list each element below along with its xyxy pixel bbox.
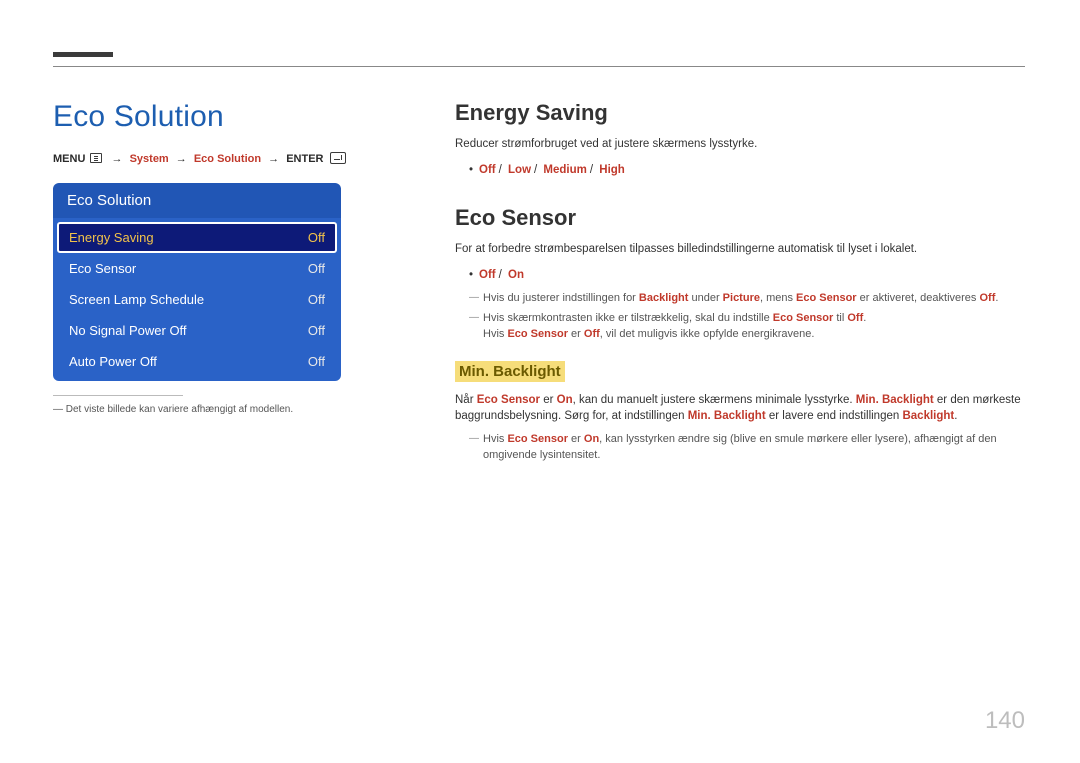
page-title: Eco Solution [53, 100, 353, 134]
opt-off: Off [479, 269, 496, 281]
note-list: Hvis du justerer indstillingen for Backl… [469, 290, 1025, 343]
section-desc: Reducer strømforbruget ved at justere sk… [455, 136, 1025, 153]
osd-row-energy-saving[interactable]: Energy Saving Off [57, 222, 337, 253]
osd-value: Off [308, 354, 325, 369]
opt-off: Off [479, 164, 496, 176]
osd-label: Auto Power Off [69, 354, 157, 369]
option-item: Off/ On [469, 266, 1025, 284]
osd-body: Energy Saving Off Eco Sensor Off Screen … [53, 218, 341, 381]
arrow-icon: → [112, 153, 123, 165]
option-item: Off/ Low/ Medium/ High [469, 161, 1025, 179]
subsection-title: Min. Backlight [455, 361, 565, 382]
breadcrumb-menu: MENU [53, 153, 85, 165]
page-number: 140 [985, 707, 1025, 735]
subsection-desc: Når Eco Sensor er On, kan du manuelt jus… [455, 392, 1025, 425]
opt-on: On [508, 269, 524, 281]
osd-row-no-signal[interactable]: No Signal Power Off Off [57, 315, 337, 346]
osd-row-auto-power-off[interactable]: Auto Power Off Off [57, 346, 337, 377]
manual-page: Eco Solution MENU → System → Eco Solutio… [0, 0, 1080, 763]
osd-row-eco-sensor[interactable]: Eco Sensor Off [57, 253, 337, 284]
osd-row-screen-lamp[interactable]: Screen Lamp Schedule Off [57, 284, 337, 315]
arrow-icon: → [176, 153, 187, 165]
osd-title: Eco Solution [53, 183, 341, 218]
section-title: Eco Sensor [455, 205, 1025, 231]
section-desc: For at forbedre strømbesparelsen tilpass… [455, 241, 1025, 258]
right-column: Energy Saving Reducer strømforbruget ved… [455, 100, 1025, 490]
note-item: Hvis skærmkontrasten ikke er tilstrækkel… [469, 310, 1025, 343]
opt-medium: Medium [543, 164, 586, 176]
opt-low: Low [508, 164, 531, 176]
breadcrumb-enter: ENTER [286, 153, 323, 165]
section-energy-saving: Energy Saving Reducer strømforbruget ved… [455, 100, 1025, 179]
section-title: Energy Saving [455, 100, 1025, 126]
footnote: ― Det viste billede kan variere afhængig… [53, 404, 353, 415]
note-item: Hvis du justerer indstillingen for Backl… [469, 290, 1025, 307]
section-eco-sensor: Eco Sensor For at forbedre strømbesparel… [455, 205, 1025, 464]
enter-icon [330, 152, 346, 164]
options-list: Off/ On [469, 266, 1025, 284]
osd-label: No Signal Power Off [69, 323, 187, 338]
osd-value: Off [308, 292, 325, 307]
note-item: Hvis Eco Sensor er On, kan lysstyrken æn… [469, 431, 1025, 464]
opt-high: High [599, 164, 625, 176]
osd-value: Off [308, 323, 325, 338]
note-list: Hvis Eco Sensor er On, kan lysstyrken æn… [469, 431, 1025, 464]
breadcrumb-eco: Eco Solution [194, 153, 261, 165]
breadcrumb-system: System [130, 153, 169, 165]
breadcrumb: MENU → System → Eco Solution → ENTER [53, 152, 353, 165]
menu-icon [90, 153, 102, 163]
options-list: Off/ Low/ Medium/ High [469, 161, 1025, 179]
osd-value: Off [308, 261, 325, 276]
osd-value: Off [308, 230, 325, 245]
left-column: Eco Solution MENU → System → Eco Solutio… [53, 100, 353, 415]
footnote-rule [53, 395, 183, 396]
osd-label: Energy Saving [69, 230, 154, 245]
arrow-icon: → [268, 153, 279, 165]
page-divider [53, 66, 1025, 67]
chapter-marker [53, 52, 113, 57]
osd-label: Eco Sensor [69, 261, 136, 276]
osd-panel: Eco Solution Energy Saving Off Eco Senso… [53, 183, 341, 381]
osd-label: Screen Lamp Schedule [69, 292, 204, 307]
